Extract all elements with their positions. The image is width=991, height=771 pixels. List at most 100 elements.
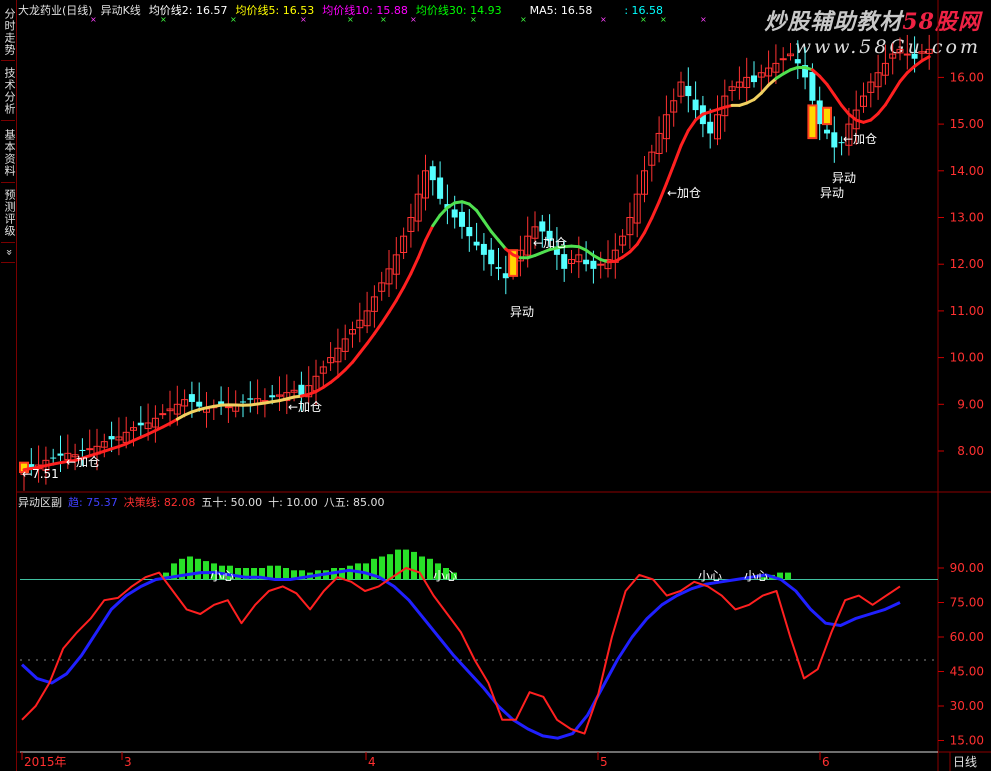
moving-average-segment — [351, 351, 362, 364]
indicator-axis-label: 45.00 — [950, 665, 984, 679]
candle-body-up — [86, 448, 94, 451]
signal-bar — [387, 554, 393, 580]
candle-body-down — [502, 273, 509, 279]
moving-average-segment — [891, 79, 902, 95]
moving-average-segment — [825, 82, 836, 97]
moving-average-segment — [657, 182, 668, 204]
header-marker: × — [600, 15, 607, 24]
header-marker: × — [300, 15, 307, 24]
candle-body-down — [824, 129, 830, 134]
moving-average-segment — [876, 103, 887, 116]
caution-label: 小心 — [433, 569, 457, 583]
header-marker: × — [230, 15, 237, 24]
signal-bar — [195, 558, 201, 580]
moving-average-segment — [664, 163, 676, 186]
candle-body-up — [779, 58, 787, 61]
caution-label: 小心 — [744, 569, 768, 583]
candle-body-down — [816, 100, 823, 125]
chart-canvas[interactable]: 16.00 15.00 14.00 13.00 12.00 11.00 10.00 9.00 8… — [0, 0, 991, 771]
abnormal-candle — [807, 104, 818, 140]
header-marker: × — [160, 15, 167, 24]
header-marker: × — [410, 15, 417, 24]
candle-body-down — [137, 422, 144, 426]
candle-body-down — [429, 166, 436, 181]
candle-body-down — [57, 453, 64, 456]
moving-average-segment — [650, 200, 661, 220]
caution-label: 小心 — [698, 569, 722, 583]
date-label: 6 — [822, 755, 830, 769]
candle-body-down — [451, 209, 458, 218]
candle-body-down — [480, 243, 487, 255]
candle-body-down — [196, 401, 203, 407]
moving-average-segment — [343, 360, 354, 372]
signal-bar — [275, 565, 281, 580]
candle-body-down — [911, 53, 918, 59]
price-axis-label: 16.00 — [950, 70, 984, 84]
candle-body-down — [751, 75, 757, 83]
candle-body-up — [903, 53, 911, 56]
header-marker: × — [470, 15, 477, 24]
price-axis-label: 12.00 — [950, 257, 984, 271]
candle-body-down — [539, 221, 546, 232]
moving-average-segment — [372, 321, 384, 336]
header-marker: × — [347, 15, 354, 24]
candle-body-up — [224, 406, 232, 409]
price-axis-label: 15.00 — [950, 117, 984, 131]
trend-line — [20, 568, 901, 740]
period-label[interactable]: 日线 — [953, 755, 977, 769]
moving-average-segment — [497, 238, 508, 251]
candle-body-down — [247, 398, 254, 400]
moving-average-segment — [883, 91, 895, 107]
candle-body-down — [583, 259, 590, 265]
add-position-label: ←加仓 — [667, 186, 701, 200]
abnormal-label: 异动 — [832, 171, 856, 185]
moving-average-segment — [424, 224, 435, 242]
moving-average-segment — [358, 342, 369, 355]
candle-body-down — [466, 226, 473, 237]
date-label: 4 — [368, 755, 376, 769]
moving-average-segment — [759, 83, 771, 95]
header-marker: × — [660, 15, 667, 24]
price-axis-label: 11.00 — [950, 304, 984, 318]
moving-average-segment — [438, 206, 449, 217]
caution-label: 小心 — [210, 569, 234, 583]
signal-bar — [785, 572, 791, 580]
moving-average-segment — [635, 231, 646, 246]
min-price-label: ←7.51 — [22, 467, 59, 481]
moving-average-segment — [380, 310, 391, 325]
moving-average-segment — [416, 238, 427, 260]
candle-body-up — [159, 413, 167, 416]
date-label: 5 — [600, 755, 608, 769]
add-position-label: ←加仓 — [533, 236, 567, 250]
abnormal-candle — [822, 106, 832, 126]
indicator-axis-label: 90.00 — [950, 561, 984, 575]
candle-body-down — [459, 211, 465, 227]
moving-average-segment — [686, 118, 698, 133]
candle-body-down — [794, 59, 801, 64]
moving-average-segment — [840, 103, 851, 116]
indicator-axis-label: 15.00 — [950, 734, 984, 748]
candle-body-down — [240, 401, 246, 403]
moving-average-segment — [628, 242, 639, 254]
signal-bar — [283, 568, 289, 580]
abnormal-label: 异动 — [820, 186, 844, 200]
moving-average-segment — [679, 129, 690, 148]
moving-average-segment — [394, 286, 406, 302]
price-axis-label: 14.00 — [950, 164, 984, 178]
indicator-axis-label: 60.00 — [950, 630, 984, 644]
candle-body-up — [597, 263, 605, 266]
add-position-label: ←加仓 — [66, 455, 100, 469]
indicator-axis-label: 30.00 — [950, 699, 984, 713]
moving-average-segment — [431, 213, 442, 228]
indicator-axis-label: 75.00 — [950, 596, 984, 610]
moving-average-segment — [643, 216, 654, 235]
candle-body-down — [108, 436, 115, 440]
price-axis-label: 13.00 — [950, 211, 984, 225]
moving-average-segment — [387, 298, 398, 314]
moving-average-segment — [489, 230, 500, 242]
candle-body-down — [79, 449, 86, 451]
header-marker: × — [380, 15, 387, 24]
moving-average-segment — [365, 332, 376, 346]
candle-body-down — [473, 241, 480, 246]
candle-body-down — [809, 71, 816, 101]
